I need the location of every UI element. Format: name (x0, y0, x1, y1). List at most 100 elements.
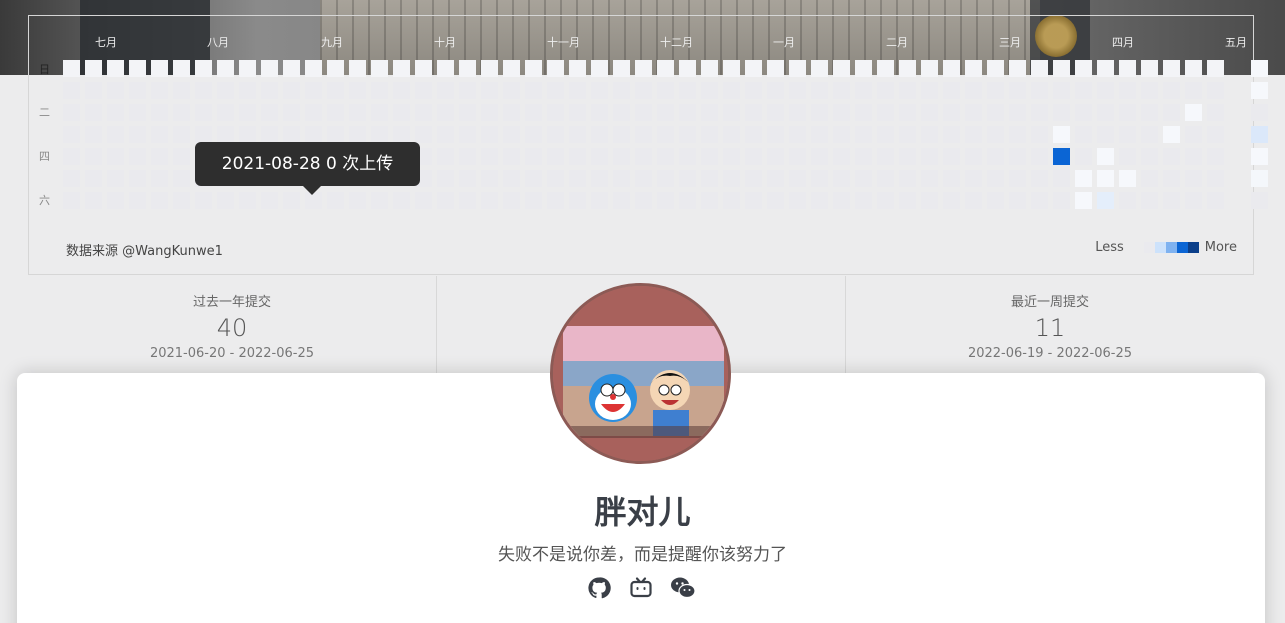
day-cell[interactable] (855, 82, 872, 99)
day-cell[interactable] (107, 126, 124, 143)
day-cell[interactable] (1119, 82, 1136, 99)
day-cell[interactable] (481, 82, 498, 99)
day-cell[interactable] (1009, 60, 1026, 77)
day-cell[interactable] (1141, 82, 1158, 99)
day-cell[interactable] (85, 104, 102, 121)
day-cell[interactable] (613, 104, 630, 121)
day-cell[interactable] (943, 60, 960, 77)
day-cell[interactable] (701, 60, 718, 77)
day-cell[interactable] (613, 170, 630, 187)
day-cell[interactable] (833, 104, 850, 121)
day-cell[interactable] (1097, 104, 1114, 121)
day-cell[interactable] (459, 104, 476, 121)
day-cell[interactable] (899, 126, 916, 143)
day-cell[interactable] (63, 170, 80, 187)
day-cell[interactable] (569, 82, 586, 99)
day-cell[interactable] (1163, 170, 1180, 187)
day-cell[interactable] (723, 82, 740, 99)
day-cell[interactable] (745, 148, 762, 165)
day-cell[interactable] (1031, 82, 1048, 99)
day-cell[interactable] (129, 148, 146, 165)
day-cell[interactable] (415, 192, 432, 209)
day-cell[interactable] (1207, 192, 1224, 209)
day-cell[interactable] (195, 192, 212, 209)
day-cell[interactable] (591, 170, 608, 187)
day-cell[interactable] (657, 170, 674, 187)
day-cell[interactable] (1009, 126, 1026, 143)
day-cell[interactable] (1185, 126, 1202, 143)
day-cell[interactable] (459, 60, 476, 77)
day-cell[interactable] (85, 82, 102, 99)
day-cell[interactable] (85, 148, 102, 165)
avatar[interactable] (550, 283, 731, 464)
day-cell[interactable] (1251, 82, 1268, 99)
day-cell[interactable] (173, 60, 190, 77)
day-cell[interactable] (1075, 126, 1092, 143)
day-cell[interactable] (745, 126, 762, 143)
day-cell[interactable] (1097, 148, 1114, 165)
day-cell[interactable] (965, 170, 982, 187)
day-cell[interactable] (855, 148, 872, 165)
day-cell[interactable] (767, 126, 784, 143)
day-cell[interactable] (1009, 104, 1026, 121)
day-cell[interactable] (899, 170, 916, 187)
day-cell[interactable] (261, 82, 278, 99)
day-cell[interactable] (723, 126, 740, 143)
day-cell[interactable] (569, 104, 586, 121)
day-cell[interactable] (965, 104, 982, 121)
day-cell[interactable] (1207, 126, 1224, 143)
day-cell[interactable] (745, 82, 762, 99)
day-cell[interactable] (261, 192, 278, 209)
day-cell[interactable] (877, 82, 894, 99)
day-cell[interactable] (591, 148, 608, 165)
day-cell[interactable] (1075, 60, 1092, 77)
day-cell[interactable] (305, 60, 322, 77)
day-cell[interactable] (1075, 82, 1092, 99)
day-cell[interactable] (371, 82, 388, 99)
day-cell[interactable] (547, 82, 564, 99)
day-cell[interactable] (107, 192, 124, 209)
day-cell[interactable] (1097, 82, 1114, 99)
day-cell[interactable] (415, 104, 432, 121)
day-cell[interactable] (481, 104, 498, 121)
day-cell[interactable] (525, 170, 542, 187)
day-cell[interactable] (569, 148, 586, 165)
day-cell[interactable] (261, 126, 278, 143)
day-cell[interactable] (1119, 148, 1136, 165)
day-cell[interactable] (789, 60, 806, 77)
day-cell[interactable] (635, 60, 652, 77)
day-cell[interactable] (129, 60, 146, 77)
day-cell[interactable] (173, 192, 190, 209)
day-cell[interactable] (63, 60, 80, 77)
day-cell[interactable] (811, 148, 828, 165)
day-cell[interactable] (129, 126, 146, 143)
day-cell[interactable] (1031, 104, 1048, 121)
day-cell[interactable] (239, 192, 256, 209)
day-cell[interactable] (701, 104, 718, 121)
day-cell[interactable] (1053, 148, 1070, 165)
day-cell[interactable] (547, 170, 564, 187)
day-cell[interactable] (855, 126, 872, 143)
github-icon[interactable] (586, 575, 612, 601)
day-cell[interactable] (1097, 126, 1114, 143)
day-cell[interactable] (283, 60, 300, 77)
day-cell[interactable] (921, 170, 938, 187)
day-cell[interactable] (415, 60, 432, 77)
day-cell[interactable] (767, 60, 784, 77)
day-cell[interactable] (833, 82, 850, 99)
day-cell[interactable] (459, 148, 476, 165)
day-cell[interactable] (1075, 148, 1092, 165)
day-cell[interactable] (877, 104, 894, 121)
day-cell[interactable] (151, 126, 168, 143)
day-cell[interactable] (283, 192, 300, 209)
day-cell[interactable] (855, 192, 872, 209)
day-cell[interactable] (217, 82, 234, 99)
day-cell[interactable] (1163, 148, 1180, 165)
day-cell[interactable] (745, 170, 762, 187)
day-cell[interactable] (833, 126, 850, 143)
day-cell[interactable] (679, 148, 696, 165)
day-cell[interactable] (855, 60, 872, 77)
day-cell[interactable] (1163, 192, 1180, 209)
day-cell[interactable] (349, 60, 366, 77)
day-cell[interactable] (855, 170, 872, 187)
